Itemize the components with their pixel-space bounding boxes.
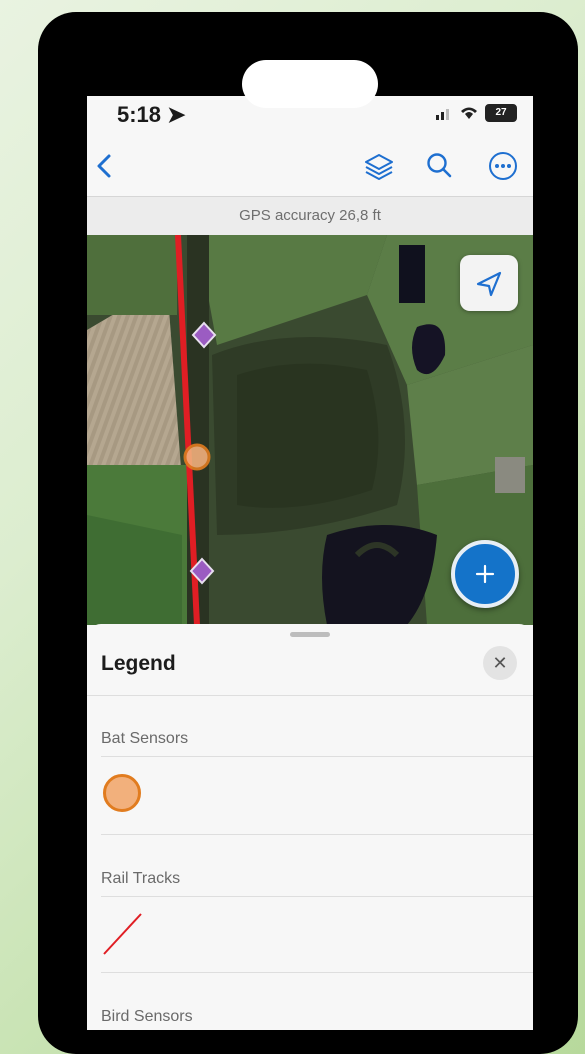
plus-icon <box>475 564 495 584</box>
divider <box>101 756 533 757</box>
nav-bar <box>87 136 533 196</box>
search-icon <box>427 153 452 178</box>
search-button[interactable] <box>421 148 457 184</box>
layers-button[interactable] <box>361 148 397 184</box>
divider <box>87 695 533 696</box>
locate-button[interactable] <box>460 255 518 311</box>
signal-icon <box>436 109 449 120</box>
battery-icon: 27 <box>485 104 517 122</box>
gps-accuracy-bar: GPS accuracy 26,8 ft <box>87 196 533 236</box>
wifi-icon <box>461 107 477 119</box>
legend-section-label: Rail Tracks <box>101 870 181 887</box>
dynamic-island <box>242 60 378 108</box>
divider <box>101 834 533 835</box>
bat-sensor-marker[interactable] <box>183 443 211 471</box>
sheet-grabber[interactable] <box>290 632 330 637</box>
more-icon <box>489 152 517 180</box>
legend-section-label: Bat Sensors <box>101 730 189 747</box>
divider <box>101 972 533 973</box>
rail-track-symbol <box>103 913 142 955</box>
status-icons: 27 <box>435 104 517 122</box>
close-icon: ✕ <box>492 653 508 673</box>
app-screen: 5:18 ➤ 27 GPS accuracy 26,8 ft Legend ✕ … <box>87 96 533 1030</box>
close-button[interactable]: ✕ <box>483 646 517 680</box>
legend-title: Legend <box>101 652 176 675</box>
more-button[interactable] <box>485 148 521 184</box>
bat-sensor-symbol <box>103 774 141 812</box>
location-arrow-icon: ➤ <box>167 102 186 127</box>
map-view[interactable] <box>87 235 533 625</box>
divider <box>101 896 533 897</box>
legend-sheet: Legend ✕ Bat Sensors Rail Tracks Bird Se… <box>87 624 533 1030</box>
navigation-arrow-icon <box>476 271 502 297</box>
legend-section-label: Bird Sensors <box>101 1008 193 1025</box>
chevron-left-icon <box>97 154 111 178</box>
back-button[interactable] <box>89 148 125 184</box>
status-time: 5:18 ➤ <box>117 102 186 127</box>
layers-icon <box>365 154 393 180</box>
add-feature-button[interactable] <box>451 540 519 608</box>
